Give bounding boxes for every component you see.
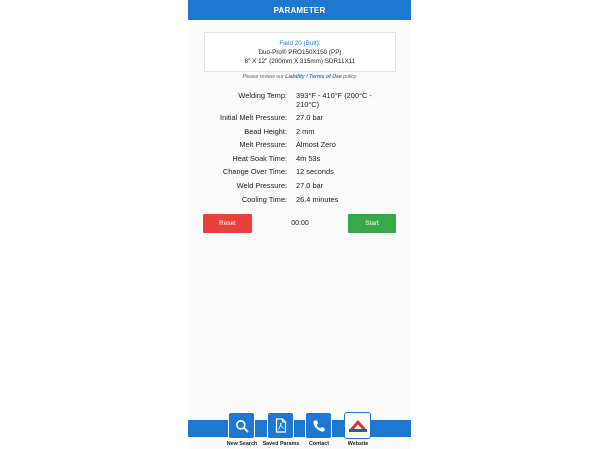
param-value: 27.0 bar [296, 180, 324, 190]
app-screen: PARAMETER Field 20 (Butt): Duo-Pro® PRO1… [188, 0, 411, 449]
param-label: Weld Pressure: [236, 180, 287, 190]
param-label: Change Over Time: [222, 167, 287, 177]
param-value: 26.4 minutes [296, 194, 339, 204]
timer-display: 00:00 [291, 220, 309, 227]
pipe-size: 8" X 12" (200mm X 315mm) SDR11X11 [244, 57, 356, 65]
pdf-document-icon [275, 418, 286, 433]
param-label: Heat Soak Time: [232, 153, 287, 163]
param-label: Melt Pressure: [239, 140, 287, 150]
param-row-change-over-time: Change Over Time: 12 seconds [188, 167, 411, 181]
nav-contact-tile[interactable] [305, 412, 332, 439]
search-icon [235, 419, 248, 432]
param-row-heat-soak-time: Heat Soak Time: 4m 53s [188, 154, 411, 168]
param-label: Welding Temp: [238, 91, 287, 100]
parameter-list: Welding Temp: 393°F - 410°F (200°C - 210… [188, 91, 411, 208]
param-row-welding-temp: Welding Temp: 393°F - 410°F (200°C - 210… [188, 91, 411, 113]
start-button[interactable]: Start [348, 214, 396, 233]
param-row-cooling-time: Cooling Time: 26.4 minutes [188, 195, 411, 209]
param-value: Almost Zero [296, 140, 336, 150]
param-label: Bead Height: [244, 126, 287, 136]
reset-button[interactable]: Reset [203, 214, 252, 233]
policy-prefix: Please review our [242, 74, 284, 80]
param-value: 12 seconds [296, 167, 334, 177]
nav-website-tile[interactable] [344, 412, 371, 439]
phone-icon [312, 420, 324, 432]
policy-suffix: policy [343, 74, 357, 80]
param-row-melt-pressure: Melt Pressure: Almost Zero [188, 140, 411, 154]
param-value: 27.0 bar [296, 113, 324, 122]
product-name: Duo-Pro® PRO150X150 (PP) [258, 48, 342, 56]
policy-notice: Please review our Liability / Terms of U… [188, 74, 411, 80]
param-label: Initial Melt Pressure: [220, 113, 287, 122]
param-value: 2 mm [296, 126, 315, 136]
terms-link[interactable]: Liability / Terms of Use [285, 74, 342, 80]
nav-website-label: Website [347, 441, 369, 447]
timer-controls: Reset 00:00 Start [188, 214, 411, 233]
product-info-box: Field 20 (Butt): Duo-Pro® PRO150X150 (PP… [204, 32, 396, 72]
field-title: Field 20 (Butt): [279, 39, 321, 47]
header-bar: PARAMETER [188, 0, 411, 20]
param-row-bead-height: Bead Height: 2 mm [188, 127, 411, 141]
param-value: 393°F - 410°F (200°C - 210°C) [296, 91, 372, 109]
page-title: PARAMETER [273, 5, 326, 15]
param-row-weld-pressure: Weld Pressure: 27.0 bar [188, 181, 411, 195]
param-row-initial-melt-pressure: Initial Melt Pressure: 27.0 bar [188, 113, 411, 127]
nav-website[interactable]: Website [336, 412, 380, 449]
nav-saved-params-tile[interactable] [267, 412, 294, 439]
company-logo-icon [348, 419, 367, 432]
nav-new-search-tile[interactable] [228, 412, 255, 439]
param-value: 4m 53s [296, 153, 321, 163]
param-label: Cooling Time: [241, 194, 287, 204]
